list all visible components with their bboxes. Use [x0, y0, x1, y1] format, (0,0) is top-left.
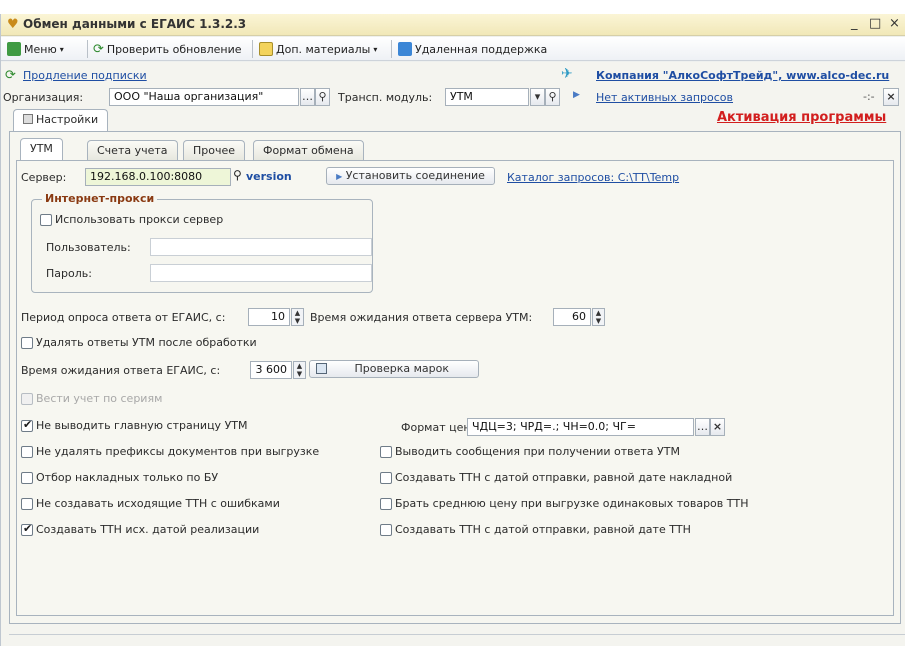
proxy-user-label: Пользователь:	[46, 241, 131, 254]
clear-icon[interactable]: ×	[710, 418, 725, 436]
close-window-button[interactable]: ×	[889, 16, 900, 31]
utm-wait-stepper[interactable]: ▲ ▼	[592, 308, 605, 326]
refresh-icon: ⟳	[93, 41, 104, 57]
utm-wait-label: Время ожидания ответа сервера УТМ:	[310, 311, 533, 324]
option-ttn-ttn-date[interactable]: Создавать ТТН с датой отправки, равной д…	[380, 523, 691, 536]
egais-wait-field[interactable]: 3 600	[250, 361, 292, 379]
utm-panel: Сервер: 192.168.0.100:8080 ⚲ version ▶ У…	[16, 160, 894, 616]
option-no-main-page[interactable]: Не выводить главную страницу УТМ	[21, 418, 247, 432]
tab-utm[interactable]: УТМ	[20, 138, 63, 160]
window-title: Обмен данными с ЕГАИС 1.3.2.3	[23, 17, 247, 31]
version-link[interactable]: version	[246, 170, 292, 183]
use-proxy-checkbox[interactable]: Использовать прокси сервер	[40, 213, 223, 226]
checkbox-box[interactable]	[21, 445, 33, 458]
checkbox-box[interactable]	[21, 336, 33, 349]
egais-wait-label: Время ожидания ответа ЕГАИС, с:	[21, 364, 221, 377]
option-bu-only[interactable]: Отбор накладных только по БУ	[21, 471, 218, 484]
price-format-field[interactable]: ЧДЦ=3; ЧРД=.; ЧН=0.0; ЧГ=	[467, 418, 694, 436]
checkbox-box[interactable]	[21, 418, 33, 432]
remote-support-button[interactable]: Удаленная поддержка	[398, 41, 547, 57]
tab-accounts[interactable]: Счета учета	[87, 140, 178, 160]
proxy-user-field[interactable]	[150, 238, 372, 256]
company-link[interactable]: Компания "АлкоСофтТрейд", www.alco-dec.r…	[596, 69, 889, 82]
proxy-group: Интернет-прокси Использовать прокси серв…	[31, 192, 373, 293]
poll-period-label: Период опроса ответа от ЕГАИС, с:	[21, 311, 226, 324]
org-field[interactable]: ООО "Наша организация"	[109, 88, 299, 106]
settings-icon	[23, 114, 33, 124]
form-content: ⟳ Продление подписки ✈ Компания "АлкоСоф…	[1, 62, 905, 646]
search-icon[interactable]: ⚲	[233, 168, 242, 182]
chevron-down-icon: ▾	[373, 44, 378, 54]
minimize-button[interactable]: _	[851, 16, 858, 31]
magnifier-doc-icon	[316, 363, 327, 374]
check-update-button[interactable]: ⟳ Проверить обновление	[93, 41, 241, 57]
activation-link[interactable]: Активация программы	[717, 110, 886, 125]
tab-exchange-format[interactable]: Формат обмена	[253, 140, 364, 160]
option-no-error-ttn[interactable]: Не создавать исходящие ТТН с ошибками	[21, 497, 280, 510]
subscription-icon: ⟳	[5, 68, 16, 83]
remote-support-icon	[398, 42, 412, 56]
checkbox-box[interactable]	[21, 471, 33, 484]
materials-button[interactable]: Доп. материалы ▾	[259, 41, 377, 57]
check-marks-button[interactable]: Проверка марок	[309, 360, 479, 378]
transport-label: Трансп. модуль:	[338, 91, 433, 104]
checkbox-box[interactable]	[380, 471, 392, 484]
company-logo-icon: ✈	[561, 66, 573, 82]
subscription-link[interactable]: Продление подписки	[23, 69, 147, 82]
transport-field[interactable]: УТМ	[445, 88, 529, 106]
play-icon: ▶	[573, 90, 580, 100]
egais-wait-stepper[interactable]: ▲ ▼	[293, 361, 306, 379]
close-icon[interactable]: ×	[883, 88, 899, 106]
option-show-messages[interactable]: Выводить сообщения при получении ответа …	[380, 445, 680, 458]
tab-settings[interactable]: Настройки	[13, 109, 109, 131]
maximize-button[interactable]: □	[869, 16, 881, 31]
clear-icon[interactable]: -:-	[863, 90, 875, 103]
proxy-password-label: Пароль:	[46, 267, 92, 280]
connect-button[interactable]: ▶ Установить соединение	[326, 167, 495, 185]
series-checkbox: Вести учет по сериям	[21, 392, 162, 405]
settings-panel: УТМ Счета учета Прочее Формат обмена Сер…	[9, 131, 901, 624]
checkbox-box[interactable]	[21, 522, 33, 536]
active-requests-link[interactable]: Нет активных запросов	[596, 91, 733, 104]
main-window: ♥ Обмен данными с ЕГАИС 1.3.2.3 _ □ × Ме…	[0, 14, 905, 646]
option-keep-prefixes[interactable]: Не удалять префиксы документов при выгру…	[21, 445, 319, 458]
clipboard-icon	[259, 42, 273, 56]
menu-button[interactable]: Меню ▾	[7, 41, 64, 57]
org-select-button[interactable]: …	[300, 88, 315, 106]
command-bar: Меню ▾ ⟳ Проверить обновление Доп. матер…	[1, 37, 905, 61]
checkbox-box[interactable]	[380, 523, 392, 536]
server-label: Сервер:	[21, 171, 67, 184]
option-average-price[interactable]: Брать среднюю цену при выгрузке одинаков…	[380, 497, 748, 510]
checkbox-box[interactable]	[380, 497, 392, 510]
play-icon: ▶	[336, 172, 343, 181]
chevron-down-icon: ▾	[59, 44, 64, 54]
proxy-group-title: Интернет-прокси	[42, 192, 158, 205]
org-label: Организация:	[3, 91, 84, 104]
title-bar: ♥ Обмен данными с ЕГАИС 1.3.2.3 _ □ ×	[1, 14, 905, 36]
option-ttn-sale-date[interactable]: Создавать ТТН исх. датой реализации	[21, 522, 259, 536]
catalog-link[interactable]: Каталог запросов: C:\TT\Temp	[507, 171, 679, 184]
search-icon[interactable]: ⚲	[545, 88, 560, 106]
price-format-select-button[interactable]: …	[695, 418, 710, 436]
checkbox-box	[21, 392, 33, 405]
tab-other[interactable]: Прочее	[183, 140, 246, 160]
poll-period-field[interactable]: 10	[248, 308, 290, 326]
server-field[interactable]: 192.168.0.100:8080	[85, 168, 231, 186]
checkbox-box[interactable]	[40, 213, 52, 226]
checkbox-box[interactable]	[380, 445, 392, 458]
delete-answers-checkbox[interactable]: Удалять ответы УТМ после обработки	[21, 336, 257, 349]
checkbox-box[interactable]	[21, 497, 33, 510]
utm-wait-field[interactable]: 60	[553, 308, 591, 326]
menu-icon	[7, 42, 21, 56]
proxy-password-field[interactable]	[150, 264, 372, 282]
poll-period-stepper[interactable]: ▲ ▼	[291, 308, 304, 326]
app-logo-icon: ♥	[7, 17, 19, 32]
status-bar	[9, 634, 905, 646]
search-icon[interactable]: ⚲	[315, 88, 330, 106]
chevron-down-icon[interactable]: ▾	[530, 88, 545, 106]
option-ttn-invoice-date[interactable]: Создавать ТТН с датой отправки, равной д…	[380, 471, 732, 484]
